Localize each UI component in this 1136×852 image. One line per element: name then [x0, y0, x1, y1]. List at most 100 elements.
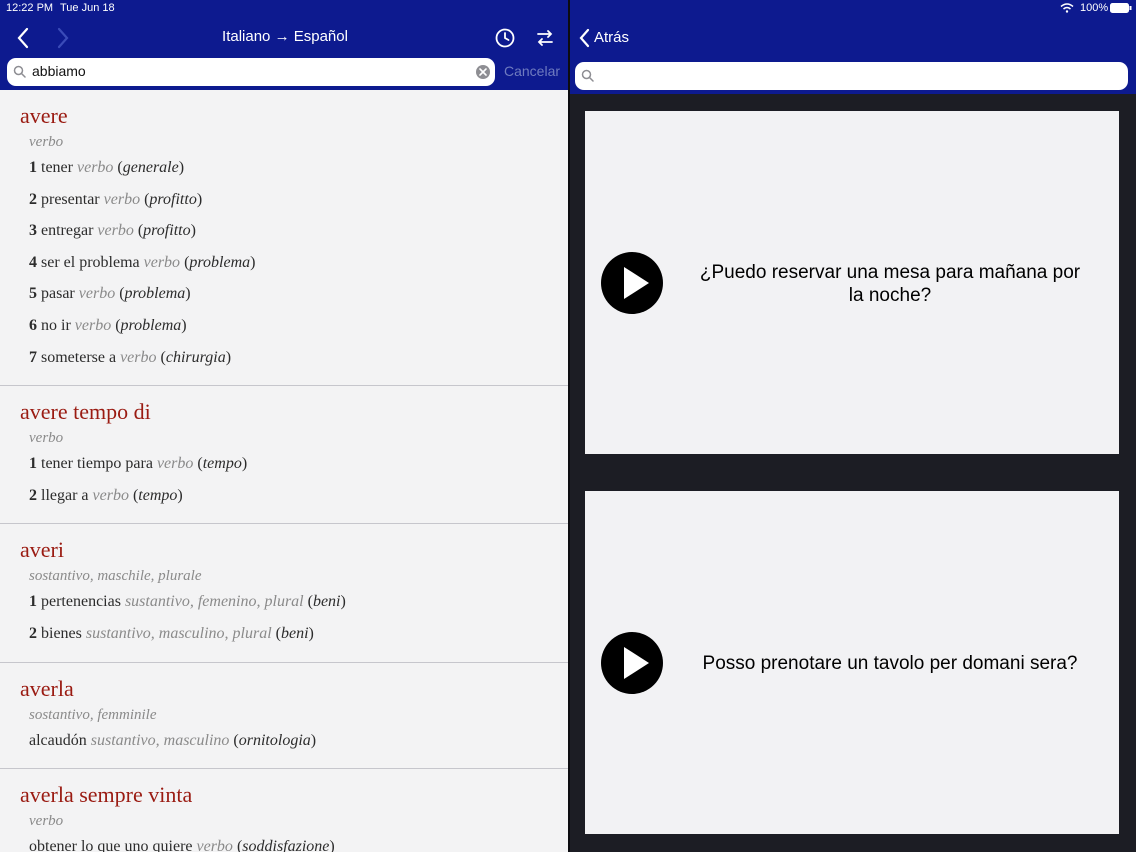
search-icon	[13, 65, 26, 78]
translation-pos: verbo	[76, 159, 114, 176]
headword: avere tempo di	[20, 399, 151, 425]
search-icon	[581, 69, 594, 82]
sense-number: 2	[29, 190, 37, 208]
headword: averi	[20, 537, 64, 563]
dictionary-pane: 12:22 PM Tue Jun 18 Italiano → Español a…	[0, 0, 568, 852]
search-field[interactable]: abbiamo	[7, 58, 495, 86]
context-label: tempo	[138, 486, 178, 504]
sense-number: 2	[29, 486, 37, 504]
translation-pos: sustantivo, masculino, plural	[85, 624, 272, 642]
cancel-button[interactable]: Cancelar	[504, 63, 560, 79]
headword: avere	[20, 103, 68, 128]
context-label: soddisfazione	[242, 838, 330, 852]
translation-sense[interactable]: 1 pertenencias sustantivo, femenino, plu…	[20, 592, 568, 612]
translation-text: pertenencias	[41, 593, 121, 611]
translation-sense[interactable]: 2 presentar verbo (profitto)	[20, 190, 568, 210]
phrase-pane: 100% Atrás ¿Puedo reservar una mesa para…	[570, 0, 1136, 852]
translation-text: presentar	[41, 190, 100, 208]
sense-number: 4	[29, 253, 37, 271]
translation-text: tener	[41, 159, 73, 176]
translation-pos: verbo	[196, 838, 233, 852]
translation-text: bienes	[41, 624, 82, 642]
context-label: problema	[124, 285, 186, 303]
translation-text: llegar a	[41, 486, 89, 504]
context-label: ornitologia	[238, 731, 311, 749]
back-chevron-icon	[579, 28, 590, 48]
translation-sense[interactable]: 5 pasar verbo (problema)	[20, 284, 568, 304]
phrase-text: ¿Puedo reservar una mesa para mañana por…	[699, 262, 1081, 306]
context-label: profitto	[149, 190, 197, 208]
part-of-speech: verbo	[29, 430, 64, 447]
translation-pos: sustantivo, masculino	[90, 731, 230, 749]
navbar-right: 100% Atrás	[570, 0, 1136, 94]
sense-number: 3	[29, 222, 37, 240]
context-label: tempo	[202, 455, 242, 473]
wifi-icon	[1060, 3, 1074, 13]
sense-number: 6	[29, 316, 37, 334]
translation-pos: verbo	[156, 455, 194, 473]
part-of-speech: sostantivo, maschile, plurale	[29, 568, 202, 585]
phrase-search-field[interactable]	[575, 62, 1128, 90]
sense-number: 1	[29, 455, 37, 473]
translation-pos: verbo	[97, 222, 134, 240]
swap-direction-icon[interactable]	[534, 27, 556, 49]
result-entry[interactable]: averi sostantivo, maschile, plurale 1 pert…	[0, 524, 568, 663]
result-entry[interactable]: averla sostantivo, femminile alcaudón sust…	[0, 663, 568, 770]
translation-text: alcaudón	[29, 731, 87, 749]
play-icon[interactable]	[601, 632, 663, 694]
results-list: avere verbo 1 tener verbo (generale) 2 pres…	[0, 90, 568, 852]
translation-sense[interactable]: obtener lo que uno quiere verbo (soddisf…	[20, 837, 568, 852]
context-label: generale	[122, 159, 179, 176]
history-clock-icon[interactable]	[494, 27, 516, 49]
search-value: abbiamo	[32, 63, 86, 79]
sense-number: 2	[29, 624, 37, 642]
translation-text: entregar	[41, 222, 94, 240]
translation-text: tener tiempo para	[41, 455, 153, 473]
status-time: 12:22 PM	[6, 2, 54, 14]
headword: averla	[20, 675, 74, 701]
context-label: chirurgia	[165, 348, 226, 366]
page-title: Italiano → Español	[222, 28, 348, 45]
translation-text: obtener lo que uno quiere	[29, 838, 193, 852]
translation-text: someterse a	[41, 348, 117, 366]
translation-pos: sustantivo, femenino, plural	[124, 593, 304, 611]
translation-sense[interactable]: 2 bienes sustantivo, masculino, plural (…	[20, 624, 568, 644]
translation-sense[interactable]: 3 entregar verbo (profitto)	[20, 221, 568, 241]
translation-pos: verbo	[120, 348, 157, 366]
translation-sense[interactable]: 4 ser el problema verbo (problema)	[20, 253, 568, 273]
battery-percent: 100%	[1080, 2, 1109, 14]
phrase-card-spanish: ¿Puedo reservar una mesa para mañana por…	[585, 111, 1119, 454]
translation-pos: verbo	[78, 285, 116, 303]
context-label: problema	[189, 253, 251, 271]
translation-sense[interactable]: alcaudón sustantivo, masculino (ornitolo…	[20, 731, 568, 751]
translation-sense[interactable]: 1 tener verbo (generale)	[20, 158, 568, 178]
result-entry[interactable]: avere tempo di verbo 1 tener tiempo para v…	[0, 386, 568, 525]
forward-chevron-icon[interactable]	[52, 26, 72, 50]
translation-sense[interactable]: 6 no ir verbo (problema)	[20, 316, 568, 336]
part-of-speech: verbo	[29, 813, 64, 830]
result-entry[interactable]: avere verbo 1 tener verbo (generale) 2 pres…	[0, 90, 568, 387]
translation-pos: verbo	[143, 253, 181, 271]
translation-pos: verbo	[74, 316, 112, 334]
translation-pos: verbo	[103, 190, 141, 208]
phrase-text: Posso prenotare un tavolo per domani ser…	[702, 653, 1078, 674]
translation-sense[interactable]: 7 someterse a verbo (chirurgia)	[20, 348, 568, 368]
result-entry[interactable]: averla sempre vinta verbo obtener lo que u…	[0, 769, 568, 852]
translation-text: no ir	[41, 316, 71, 334]
phrase-card-italian: Posso prenotare un tavolo per domani ser…	[585, 491, 1119, 834]
context-label: profitto	[143, 222, 191, 240]
play-icon[interactable]	[601, 252, 663, 314]
context-label: beni	[312, 593, 341, 611]
navbar: 12:22 PM Tue Jun 18 Italiano → Español a…	[0, 0, 568, 90]
battery-icon	[1110, 3, 1132, 13]
translation-sense[interactable]: 2 llegar a verbo (tempo)	[20, 486, 568, 506]
part-of-speech: verbo	[29, 134, 64, 150]
translation-pos: verbo	[92, 486, 129, 504]
back-chevron-icon[interactable]	[14, 26, 34, 50]
context-label: problema	[120, 316, 182, 334]
headword: averla sempre vinta	[20, 782, 193, 808]
sense-number: 1	[29, 159, 37, 176]
back-label: Atrás	[594, 29, 630, 46]
translation-sense[interactable]: 1 tener tiempo para verbo (tempo)	[20, 454, 568, 474]
clear-icon[interactable]	[475, 64, 491, 80]
